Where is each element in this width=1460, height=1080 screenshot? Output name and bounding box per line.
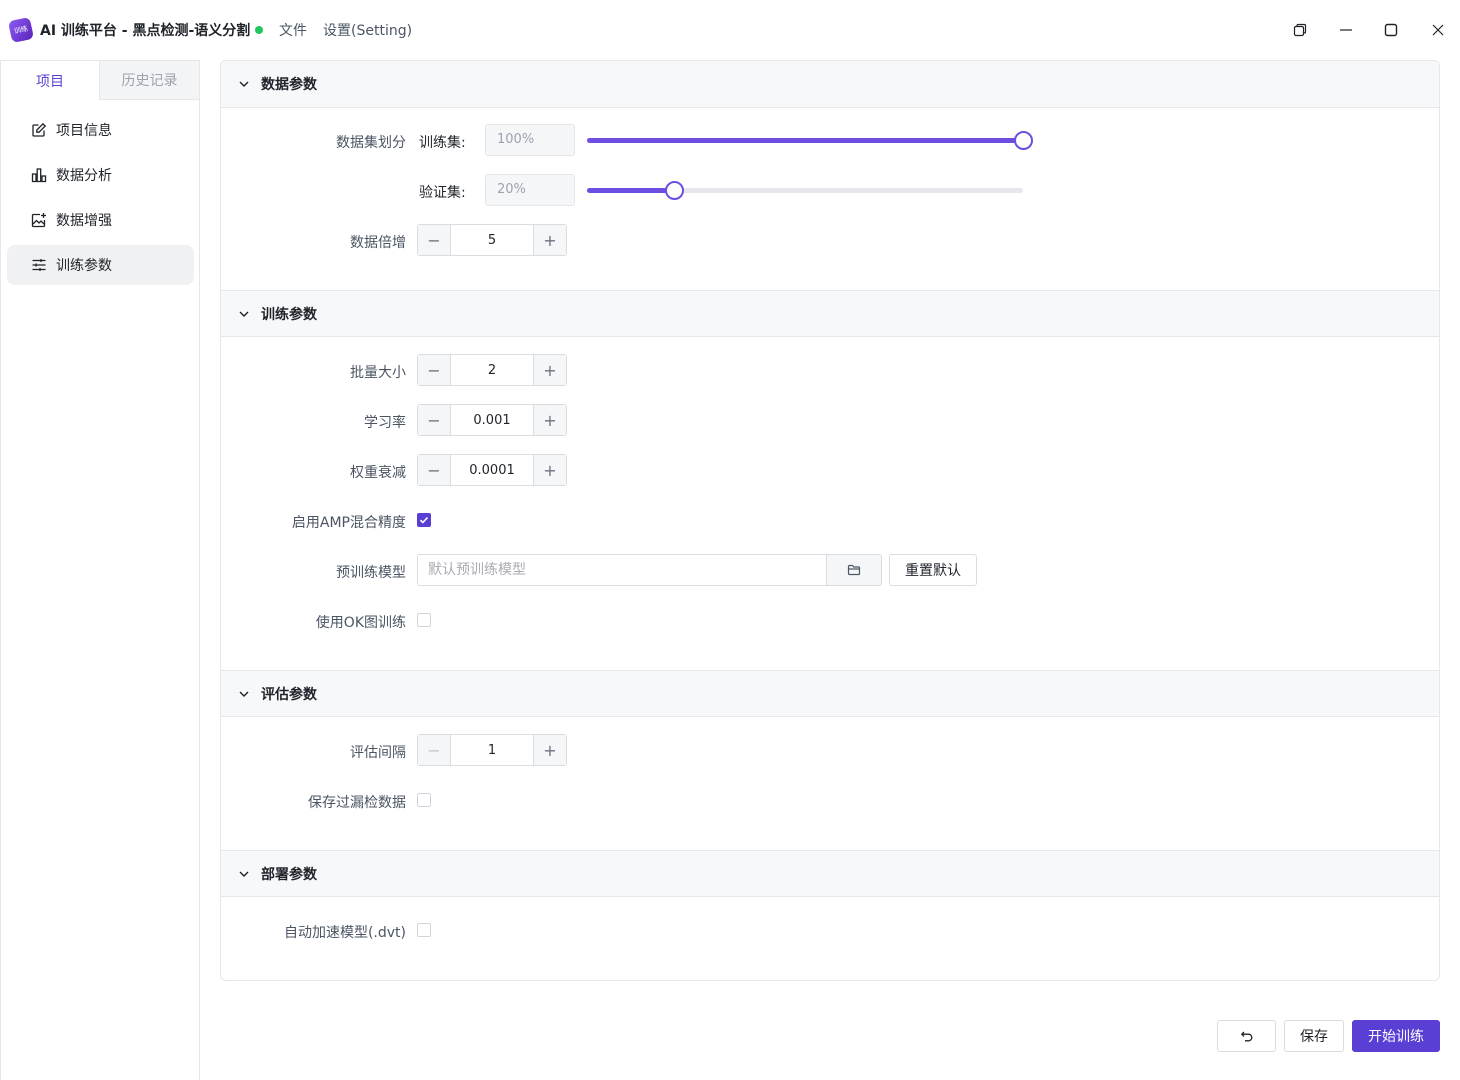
label-amp: 启用AMP混合精度 [291, 515, 406, 531]
increment-button[interactable]: + [533, 225, 566, 255]
label-weight-decay: 权重衰减 [350, 465, 406, 481]
auto-accel-checkbox[interactable] [417, 923, 431, 937]
label-batch-size: 批量大小 [350, 365, 406, 381]
close-button[interactable] [1426, 18, 1450, 42]
eval-interval-stepper: − + [417, 734, 567, 766]
label-ok-images: 使用OK图训练 [315, 615, 406, 631]
menu-file[interactable]: 文件 [279, 20, 307, 40]
weight-decay-stepper: − + [417, 454, 567, 486]
sidebar-item-data-analysis[interactable]: 数据分析 [7, 155, 194, 195]
chevron-down-icon [239, 311, 249, 317]
sidebar-item-label: 项目信息 [56, 123, 112, 139]
decrement-button[interactable]: − [418, 355, 451, 385]
main-panel: 数据参数 数据集划分 训练集: 100% 验证集: 20% 数据倍增 − + 训… [220, 60, 1440, 981]
sidebar-item-train-params[interactable]: 训练参数 [7, 245, 194, 285]
section-title: 评估参数 [261, 686, 317, 703]
batch-size-input[interactable] [451, 355, 533, 385]
minimize-button[interactable] [1334, 18, 1358, 42]
section-header-data[interactable]: 数据参数 [221, 61, 1439, 108]
label-pretrain-model: 预训练模型 [336, 565, 406, 581]
learning-rate-stepper: − + [417, 404, 567, 436]
increment-button[interactable]: + [533, 455, 566, 485]
section-header-deploy[interactable]: 部署参数 [221, 850, 1439, 897]
status-indicator [255, 26, 263, 34]
label-learning-rate: 学习率 [364, 415, 406, 431]
bar-chart-icon [31, 167, 47, 183]
sliders-icon [31, 257, 47, 273]
sidebar-nav: 项目信息 数据分析 数据增强 训练参数 [7, 110, 194, 290]
edit-icon [31, 122, 47, 138]
save-button[interactable]: 保存 [1284, 1020, 1344, 1052]
sidebar-item-data-augment[interactable]: 数据增强 [7, 200, 194, 240]
check-icon [419, 516, 429, 524]
slider-thumb[interactable] [665, 181, 685, 200]
start-training-button[interactable]: 开始训练 [1352, 1020, 1440, 1052]
maximize-button[interactable] [1379, 18, 1403, 42]
label-dataset-split: 数据集划分 [336, 135, 406, 151]
reset-default-button[interactable]: 重置默认 [889, 554, 977, 586]
app-title: AI 训练平台 - 黑点检测-语义分割 [40, 23, 251, 39]
amp-checkbox[interactable] [417, 513, 431, 527]
close-icon [1432, 24, 1444, 36]
menu-settings[interactable]: 设置(Setting) [323, 20, 412, 40]
pretrain-model-input[interactable] [417, 554, 827, 586]
section-title: 部署参数 [261, 866, 317, 883]
maximize-icon [1384, 23, 1398, 37]
increment-button[interactable]: + [533, 355, 566, 385]
label-data-multiply: 数据倍增 [350, 235, 406, 251]
tab-project[interactable]: 项目 [1, 60, 100, 100]
section-header-eval[interactable]: 评估参数 [221, 670, 1439, 717]
sidebar-item-project-info[interactable]: 项目信息 [7, 110, 194, 150]
label-eval-interval: 评估间隔 [350, 745, 406, 761]
chevron-down-icon [239, 871, 249, 877]
title-bar: 训练 AI 训练平台 - 黑点检测-语义分割 文件 设置(Setting) [0, 0, 1460, 60]
sidebar-tabs: 项目 历史记录 [1, 60, 200, 100]
restore-icon [1293, 23, 1307, 37]
train-set-percent: 100% [485, 124, 575, 156]
ok-images-checkbox[interactable] [417, 613, 431, 627]
train-set-slider[interactable] [587, 131, 1033, 150]
chevron-down-icon [239, 691, 249, 697]
data-multiply-stepper: − + [417, 224, 567, 256]
label-save-miss: 保存过漏检数据 [308, 795, 406, 811]
undo-icon [1240, 1031, 1252, 1042]
section-header-train[interactable]: 训练参数 [221, 290, 1439, 337]
browse-folder-button[interactable] [827, 554, 882, 586]
sidebar-item-label: 训练参数 [56, 258, 112, 274]
image-plus-icon [31, 212, 47, 228]
slider-thumb[interactable] [1014, 131, 1033, 150]
save-miss-checkbox[interactable] [417, 793, 431, 807]
sidebar: 项目 历史记录 项目信息 数据分析 数据增强 训练参数 [0, 60, 200, 1080]
section-title: 数据参数 [261, 77, 317, 93]
label-train-set: 训练集: [419, 135, 466, 151]
learning-rate-input[interactable] [451, 405, 533, 435]
decrement-button[interactable]: − [418, 455, 451, 485]
section-title: 训练参数 [261, 306, 317, 323]
decrement-button[interactable]: − [418, 405, 451, 435]
decrement-button[interactable]: − [418, 225, 451, 255]
tab-history[interactable]: 历史记录 [100, 60, 200, 100]
val-set-percent: 20% [485, 174, 575, 206]
decrement-button[interactable]: − [418, 735, 451, 765]
batch-size-stepper: − + [417, 354, 567, 386]
eval-interval-input[interactable] [451, 735, 533, 765]
undo-button[interactable] [1217, 1020, 1276, 1052]
increment-button[interactable]: + [533, 405, 566, 435]
restore-window-button[interactable] [1288, 18, 1312, 42]
sidebar-item-label: 数据分析 [56, 168, 112, 184]
sidebar-item-label: 数据增强 [56, 213, 112, 229]
label-val-set: 验证集: [419, 185, 466, 201]
weight-decay-input[interactable] [451, 455, 533, 485]
label-auto-accel: 自动加速模型(.dvt) [283, 925, 406, 941]
increment-button[interactable]: + [533, 735, 566, 765]
app-logo: 训练 [7, 16, 35, 44]
chevron-down-icon [239, 81, 249, 87]
val-set-slider[interactable] [587, 181, 1023, 200]
data-multiply-input[interactable] [451, 225, 533, 255]
slider-fill [587, 188, 675, 193]
folder-icon [847, 564, 861, 576]
minimize-icon [1340, 29, 1352, 31]
slider-fill [587, 138, 1023, 143]
